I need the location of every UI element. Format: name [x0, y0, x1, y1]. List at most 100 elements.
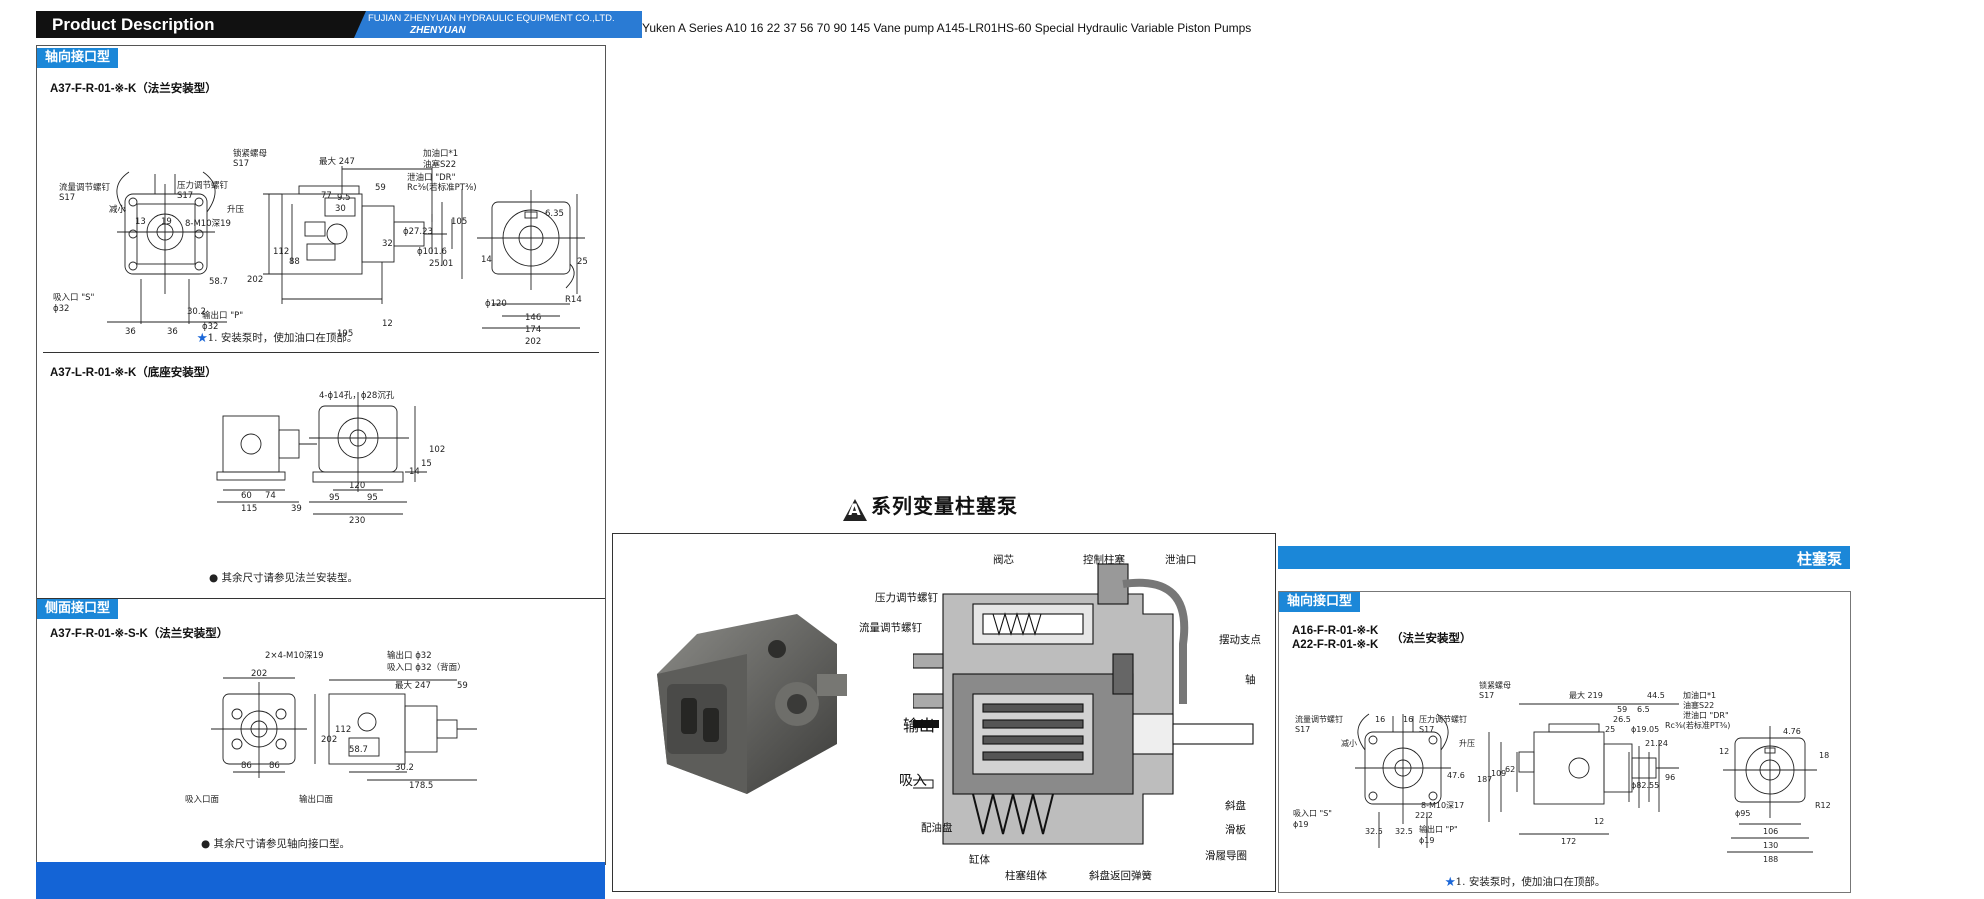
pump-cutaway-panel: 阀芯 控制柱塞 泄油口 压力调节螺钉 流量调节螺钉 摆动支点 输出 吸入 轴 配… — [612, 533, 1276, 892]
dim-r-16a: 16 — [1375, 715, 1385, 724]
dim-r-187: 187 — [1477, 775, 1492, 784]
dimension-drawing-foot: 4-ϕ14孔，ϕ28沉孔 60 74 115 39 120 95 95 230 … — [216, 391, 445, 526]
dim-12: 12 — [382, 319, 393, 329]
note-fill-port-top: ★1. 安装泵时，使加油口在顶部。 — [197, 332, 358, 344]
dim-30-2: 30.2 — [395, 763, 414, 773]
label-pivot-point: 摆动支点 — [1219, 634, 1261, 646]
dim-112: 112 — [273, 247, 289, 257]
dim-r-16b: 16 — [1403, 715, 1413, 724]
lbl-r-rc: Rc⅜(若标准PT⅜) — [1665, 720, 1730, 730]
lbl-r-flow-screw: 流量调节螺钉 — [1295, 714, 1343, 724]
label-pressure-screw: 压力调节螺钉 — [875, 592, 938, 604]
lbl-rc-thread: Rc⅜(若标准PT⅜) — [407, 182, 477, 193]
dim-15: 15 — [421, 459, 432, 469]
dim-59: 59 — [457, 681, 468, 691]
image-caption: Yuken A Series A10 16 22 37 56 70 90 145… — [642, 21, 1252, 35]
note-r-fill-port-top: ★1. 安装泵时，使加油口在顶部。 — [1445, 876, 1606, 888]
dim-r-172: 172 — [1561, 837, 1576, 846]
company-logo: ZHENYUAN — [410, 25, 466, 36]
dim-58-7: 58.7 — [209, 277, 228, 287]
lbl-increase: 升压 — [227, 204, 245, 215]
divider-2 — [37, 598, 605, 599]
dim-r-109: 109 — [1491, 769, 1506, 778]
lbl-r-hex-s22: 油塞S22 — [1683, 700, 1714, 710]
dim-r-32-5a: 32.5 — [1365, 827, 1383, 836]
dim-phi120: ϕ120 — [485, 299, 507, 309]
dim-14: 14 — [409, 467, 420, 477]
dim-r-18: 18 — [1819, 751, 1829, 760]
model-a16: A16-F-R-01-※-K — [1292, 625, 1379, 637]
dim-86a: 86 — [241, 761, 252, 771]
dim-74: 74 — [265, 491, 276, 501]
lbl-outlet-side: 输出口面 — [299, 794, 334, 805]
dimension-drawing-flange: 锁紧螺母 S17 最大 247 加油口*1 油塞S22 泄油口 "DR" Rc⅜… — [53, 148, 588, 347]
lbl-suction-side: 吸入口面 — [185, 795, 220, 805]
label-flow-screw: 流量调节螺钉 — [859, 622, 922, 634]
dim-r-phi95: ϕ95 — [1735, 809, 1750, 818]
label-valve-spool: 阀芯 — [993, 554, 1014, 566]
model-suffix-flange: （法兰安装型） — [1391, 633, 1472, 645]
lbl-s17-nut: S17 — [233, 159, 249, 169]
label-cylinder: 缸体 — [969, 854, 990, 866]
lbl-r-outlet: 输出口 "P" — [1419, 824, 1458, 834]
dim-25-01: 25.01 — [429, 259, 453, 269]
dim-25: 25 — [577, 257, 588, 267]
divider-1 — [43, 352, 599, 353]
label-swash-plate: 斜盘 — [1225, 800, 1246, 812]
product-description-header: Product Description FUJIAN ZHENYUAN HYDR… — [36, 11, 642, 38]
dim-19: 19 — [161, 217, 172, 227]
lbl-r-drain: 泄油口 "DR" — [1683, 710, 1729, 720]
label-shoe-ring: 滑履导圈 — [1205, 850, 1247, 862]
pump-photo — [657, 614, 847, 794]
label-suction: 吸入 — [899, 773, 927, 789]
dim-105: 105 — [451, 217, 467, 227]
model-a22: A22-F-R-01-※-K — [1292, 639, 1379, 651]
lbl-r-decrease: 减小 — [1341, 738, 1357, 748]
dim-r-62: 62 — [1505, 765, 1515, 774]
dimension-drawing-a16: 锁紧螺母 S17 最大 219 44.5 加油口*1 油塞S22 泄油口 "DR… — [1293, 680, 1831, 864]
dim-r-25: 25 — [1605, 725, 1615, 734]
dim-r-4-76: 4.76 — [1783, 727, 1801, 736]
lbl-decrease: 减小 — [109, 204, 127, 215]
dim-r-21-24: 21.24 — [1645, 739, 1668, 748]
dim-112: 112 — [335, 725, 351, 735]
dim-202b: 202 — [321, 735, 337, 745]
piston-pump-band: 柱塞泵 — [1278, 546, 1850, 569]
dim-r-phi19-05: ϕ19.05 — [1631, 725, 1659, 734]
section-tag-side: 侧面接口型 — [37, 599, 119, 619]
model-foot-mount: A37-L-R-01-※-K（底座安装型） — [50, 367, 217, 379]
label-valve-plate: 配油盘 — [921, 822, 953, 834]
label-return-spring: 斜盘返回弹簧 — [1089, 870, 1152, 882]
lbl-press-screw: 压力调节螺钉 — [177, 180, 229, 191]
lbl-foot-holes: 4-ϕ14孔，ϕ28沉孔 — [319, 391, 395, 401]
a-series-badge: A — [843, 499, 867, 521]
dim-r-phi82-55: ϕ82.55 — [1631, 781, 1659, 790]
dim-230: 230 — [349, 516, 365, 526]
dim-14: 14 — [481, 255, 492, 265]
dim-39: 39 — [291, 504, 302, 514]
dim-95a: 95 — [329, 493, 340, 503]
lbl-r-bolts: 8-M10深17 — [1421, 801, 1464, 810]
lbl-flow-screw: 流量调节螺钉 — [59, 182, 111, 193]
dim-r-12: 12 — [1594, 817, 1604, 826]
dim-174: 174 — [525, 325, 541, 335]
dim-r14: R14 — [565, 295, 582, 305]
dim-phi101: ϕ101.6 — [417, 247, 447, 257]
lbl-r-max219: 最大 219 — [1569, 690, 1603, 700]
lbl-bolts: 8-M10深19 — [185, 219, 231, 229]
dim-77: 77 — [321, 191, 332, 201]
dim-r-96: 96 — [1665, 773, 1675, 782]
lbl-side-bolts: 2×4-M10深19 — [265, 651, 323, 661]
dim-58-7: 58.7 — [349, 745, 368, 755]
dim-102: 102 — [429, 445, 445, 455]
company-name: FUJIAN ZHENYUAN HYDRAULIC EQUIPMENT CO.,… — [368, 13, 615, 24]
label-outlet: 输出 — [903, 716, 936, 735]
model-side-port: A37-F-R-01-※-S-K（法兰安装型） — [50, 628, 229, 640]
dim-r-130: 130 — [1763, 841, 1778, 850]
header-title: Product Description — [52, 15, 215, 34]
dim-115: 115 — [241, 504, 257, 514]
label-control-piston: 控制柱塞 — [1083, 554, 1125, 566]
lbl-r-increase: 升压 — [1459, 739, 1475, 748]
dim-r-44-5: 44.5 — [1647, 691, 1665, 700]
lbl-s17-flow: S17 — [59, 193, 75, 203]
